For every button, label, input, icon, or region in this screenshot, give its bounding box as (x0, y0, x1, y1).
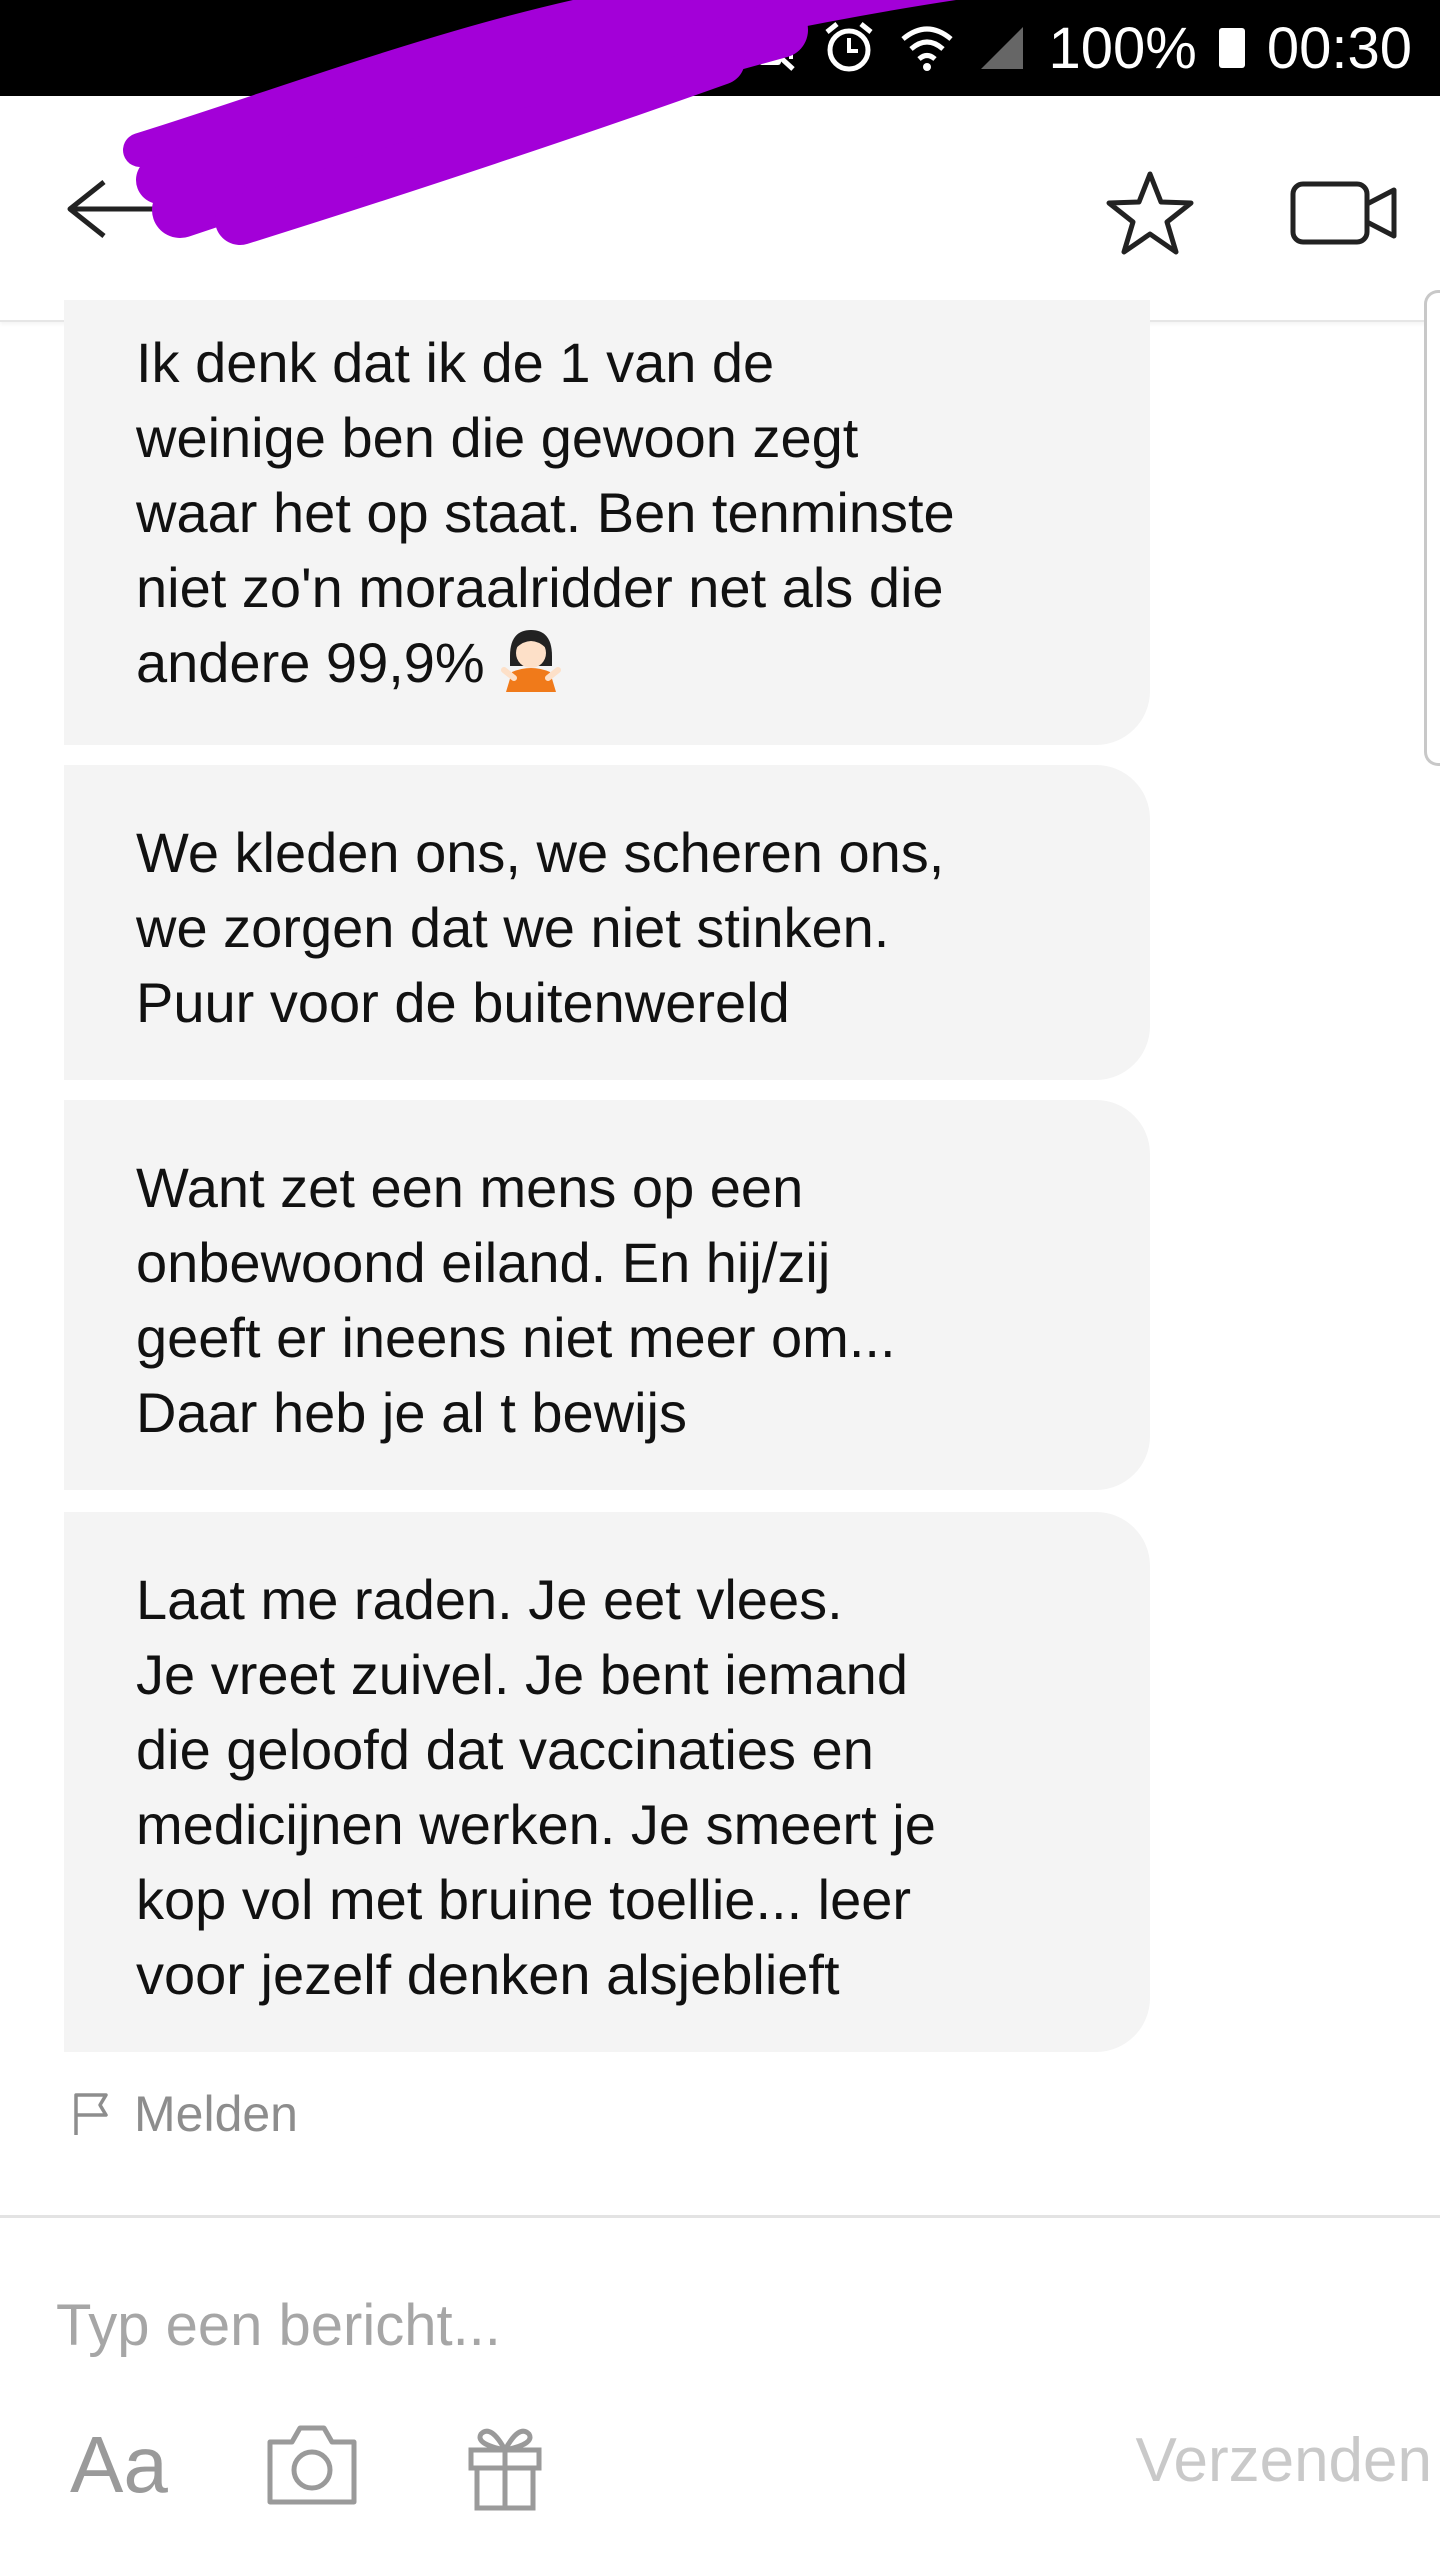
star-outline-icon[interactable] (1105, 168, 1195, 258)
arrow-left-icon[interactable] (62, 174, 162, 244)
battery-icon (1218, 28, 1245, 68)
vibrate-muted-icon (744, 25, 795, 71)
gift-icon[interactable] (465, 2420, 545, 2512)
message-text: We kleden ons, we scheren ons, we zorgen… (136, 821, 945, 1034)
send-button[interactable]: Verzenden (1136, 2425, 1432, 2496)
message-bubble: We kleden ons, we scheren ons, we zorgen… (64, 765, 1150, 1080)
clock: 00:30 (1266, 15, 1412, 81)
chat-header (0, 96, 1440, 322)
message-text: Laat me raden. Je eet vlees. Je vreet zu… (136, 1568, 936, 2006)
video-camera-icon[interactable] (1290, 178, 1400, 248)
report-label: Melden (134, 2086, 298, 2142)
composer-divider (0, 2215, 1440, 2218)
battery-percentage: 100% (1048, 15, 1197, 81)
report-button[interactable]: Melden (72, 2085, 298, 2143)
text-format-button[interactable]: Aa (70, 2420, 168, 2510)
message-bubble: Laat me raden. Je eet vlees. Je vreet zu… (64, 1512, 1150, 2052)
signal-icon (980, 27, 1023, 69)
status-icons: 100% 00:30 (743, 0, 1412, 96)
flag-outline-icon (74, 2093, 108, 2135)
alarm-icon (824, 22, 873, 72)
camera-icon[interactable] (262, 2420, 362, 2510)
wifi-icon (900, 26, 953, 71)
message-text: Want zet een mens op een onbewoond eilan… (136, 1156, 896, 1444)
message-bubble: Ik denk dat ik de 1 van de weinige ben d… (64, 300, 1150, 745)
woman-shrugging-emoji (501, 630, 562, 692)
status-bar: 100% 00:30 (0, 0, 1440, 96)
scrollbar-handle[interactable] (1424, 290, 1440, 766)
message-bubble: Want zet een mens op een onbewoond eilan… (64, 1100, 1150, 1490)
message-input[interactable] (56, 2280, 956, 2370)
